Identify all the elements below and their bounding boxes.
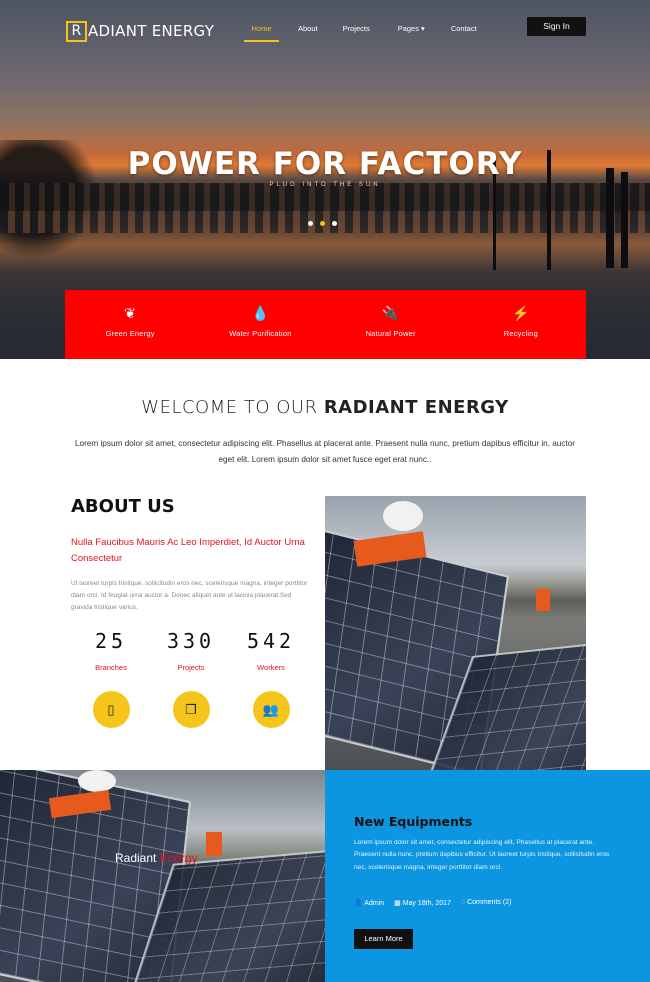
logo-letter-box: R <box>66 20 87 42</box>
hero-section: R ADIANT ENERGY Home About Projects Page… <box>0 0 650 359</box>
feature-label: Water Purification <box>229 329 292 338</box>
stat-number: 25 <box>94 629 128 653</box>
slider-dot-1[interactable] <box>308 221 313 226</box>
copy-icon[interactable]: ❐ <box>172 691 210 728</box>
radiant-energy-overlay: Radiant Energy <box>115 851 198 865</box>
top-nav: R ADIANT ENERGY Home About Projects Page… <box>0 0 650 50</box>
hero-title: POWER FOR FACTORY <box>127 146 523 182</box>
slider-dots <box>308 221 337 226</box>
stat-projects: 330 Projects <box>151 629 231 672</box>
feature-label: Recycling <box>503 329 539 338</box>
stat-icon-wrap: ▯ <box>71 691 151 728</box>
solar-worker-photo-2 <box>0 770 325 982</box>
worker-vest <box>536 589 550 611</box>
feature-label: Natural Power <box>365 329 416 338</box>
post-meta: 👤 Admin ▦ May 18th, 2017 ◌ Comments (2) <box>354 899 511 907</box>
equipment-text: Lorem ipsum dolor sit amet, consectetur … <box>354 839 610 871</box>
stat-label: Branches <box>95 663 127 672</box>
stat-label: Projects <box>177 663 205 672</box>
nav-about[interactable]: About <box>298 20 318 42</box>
slider-dot-2[interactable] <box>320 221 325 226</box>
nav-contact[interactable]: Contact <box>451 20 477 42</box>
about-subtitle: Nulla Faucibus Mauris Ac Leo Imperdiet, … <box>71 537 305 564</box>
signin-button[interactable]: Sign In <box>527 17 586 36</box>
hero-subtitle: PLUG INTO THE SUN <box>269 182 381 188</box>
nav-pages-dropdown[interactable]: Pages ▾ <box>398 20 425 42</box>
equipment-title: New Equipments <box>354 814 473 829</box>
stats-row: 25 Branches 330 Projects 542 Workers <box>71 629 311 672</box>
post-author[interactable]: 👤 Admin <box>354 899 384 907</box>
stat-icon-wrap: 👥 <box>231 691 311 728</box>
site-logo[interactable]: R ADIANT ENERGY <box>66 20 214 42</box>
page: R ADIANT ENERGY Home About Projects Page… <box>0 0 650 982</box>
stat-branches: 25 Branches <box>71 629 151 672</box>
stat-number: 330 <box>166 629 216 653</box>
post-date-label: May 18th, 2017 <box>402 900 451 907</box>
user-icon: 👤 <box>354 900 365 907</box>
stat-icon-wrap: ❐ <box>151 691 231 728</box>
overlay-label-white: Radiant <box>115 851 160 865</box>
solar-worker-photo <box>325 496 586 770</box>
about-title-rest: US <box>140 496 175 517</box>
feature-label: Green Energy <box>105 329 155 338</box>
feature-water-purification[interactable]: 💧 Water Purification <box>195 290 325 359</box>
post-author-label: Admin <box>364 900 385 907</box>
post-date: ▦ May 18th, 2017 <box>394 899 451 907</box>
nav-projects[interactable]: Projects <box>343 20 370 42</box>
stat-number: 542 <box>246 629 296 653</box>
post-comments[interactable]: ◌ Comments (2) <box>461 899 511 907</box>
main-menu: Home About Projects Pages ▾ Contact <box>244 20 477 42</box>
about-text: Ut laoreet turpis tristique, sollicitudi… <box>71 580 308 611</box>
plug-icon: 🔌 <box>381 305 400 321</box>
tablet-icon[interactable]: ▯ <box>92 691 130 728</box>
calendar-icon: ▦ <box>394 900 403 907</box>
feature-green-energy[interactable]: ❦ Green Energy <box>65 290 195 359</box>
leaf-icon: ❦ <box>124 305 136 321</box>
welcome-title: WELCOME TO OUR RADIANT ENERGY <box>0 397 650 418</box>
about-title: ABOUT US <box>71 496 175 517</box>
feature-natural-power[interactable]: 🔌 Natural Power <box>326 290 456 359</box>
stat-workers: 542 Workers <box>231 629 311 672</box>
overlay-label-red: Energy <box>159 851 198 865</box>
welcome-text: Lorem ipsum dolor sit amet, consectetur … <box>75 439 576 464</box>
stat-icons-row: ▯ ❐ 👥 <box>71 691 311 728</box>
users-icon[interactable]: 👥 <box>252 691 290 728</box>
learn-more-button[interactable]: Learn More <box>354 929 413 949</box>
slider-dot-3[interactable] <box>332 221 337 226</box>
welcome-title-bold: RADIANT ENERGY <box>323 397 509 418</box>
water-drop-icon: 💧 <box>251 305 270 321</box>
post-comments-label: Comments (2) <box>467 899 512 906</box>
hard-hat <box>383 501 423 531</box>
worker-vest <box>206 832 222 856</box>
features-bar: ❦ Green Energy 💧 Water Purification 🔌 Na… <box>65 290 586 359</box>
about-title-bold: ABOUT <box>71 496 141 517</box>
logo-text: ADIANT ENERGY <box>88 22 215 40</box>
welcome-title-prefix: WELCOME TO OUR <box>141 397 324 418</box>
equipment-panel <box>325 770 650 982</box>
nav-home[interactable]: Home <box>244 20 279 42</box>
stat-label: Workers <box>257 663 285 672</box>
lightning-icon: ⚡ <box>512 305 530 321</box>
feature-recycling[interactable]: ⚡ Recycling <box>456 290 586 359</box>
hard-hat <box>78 770 116 792</box>
